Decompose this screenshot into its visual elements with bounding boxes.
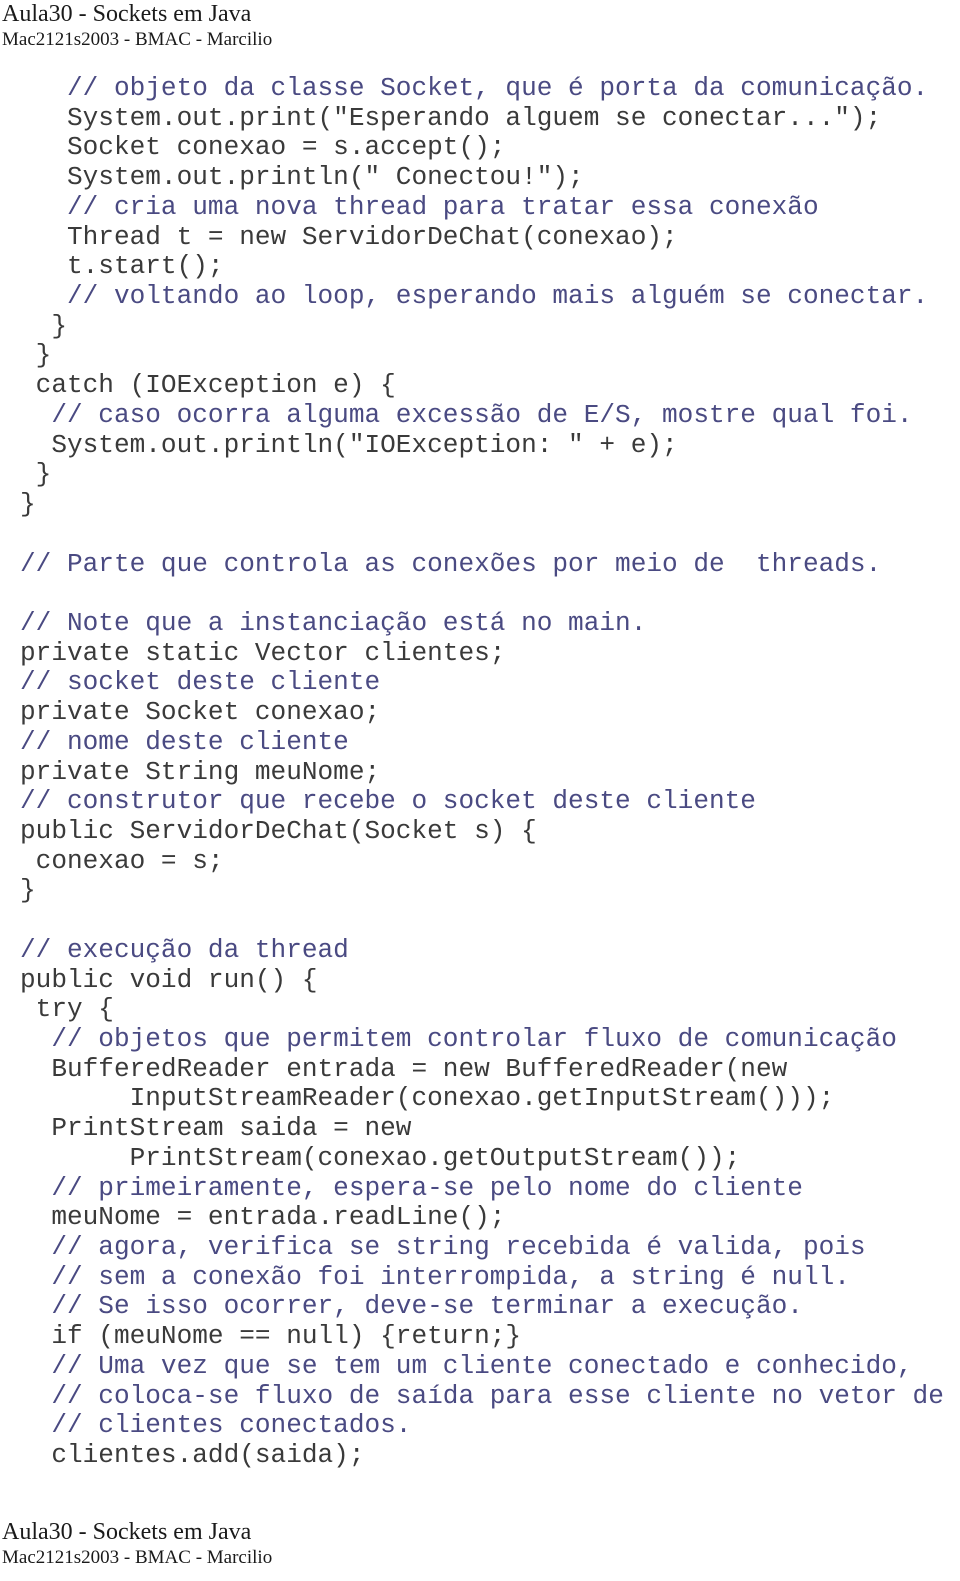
code-line: conexao = s; [20, 845, 224, 876]
code-line: clientes.add(saida); [20, 1440, 365, 1471]
code-line: System.out.print("Esperando alguem se co… [20, 102, 882, 133]
code-comment-line: // objetos que permitem controlar fluxo … [20, 1024, 897, 1054]
code-comment-line: // execução da thread [20, 934, 349, 965]
code-line: meuNome = entrada.readLine(); [20, 1202, 506, 1233]
code-line: catch (IOException e) { [20, 370, 396, 401]
code-comment-line: // coloca-se fluxo de saída para esse cl… [20, 1380, 944, 1411]
code-line: } [20, 310, 67, 341]
code-line: private static Vector clientes; [20, 637, 506, 668]
code-line: InputStreamReader(conexao.getInputStream… [20, 1083, 835, 1114]
document-subtitle: Mac2121s2003 - BMAC - Marcilio [2, 29, 273, 50]
code-line: PrintStream(conexao.getOutputStream()); [20, 1142, 741, 1173]
code-line: } [20, 875, 36, 906]
code-comment-line: // Note que a instanciação está no main. [20, 607, 647, 638]
code-comment-line: // primeiramente, espera-se pelo nome do… [20, 1172, 803, 1203]
code-comment-line: // clientes conectados. [20, 1410, 412, 1441]
code-line: PrintStream saida = new [20, 1113, 412, 1144]
code-line: System.out.println("IOException: " + e); [20, 429, 678, 460]
code-comment-line: // Uma vez que se tem um cliente conecta… [20, 1350, 913, 1381]
code-comment-line: // voltando ao loop, esperando mais algu… [20, 281, 929, 312]
code-line: } [20, 340, 52, 371]
code-comment-line: // Parte que controla as conexões por me… [20, 548, 882, 579]
code-line: if (meuNome == null) {return;} [20, 1321, 522, 1352]
document-title: Aula30 - Sockets em Java [2, 1, 252, 27]
code-listing: // objeto da classe Socket, que é porta … [20, 73, 944, 1471]
code-line: public ServidorDeChat(Socket s) { [20, 815, 537, 846]
code-line: Socket conexao = s.accept(); [20, 132, 506, 163]
code-comment-line: // agora, verifica se string recebida é … [20, 1232, 866, 1263]
code-comment-line: // cria uma nova thread para tratar essa… [20, 191, 819, 222]
code-line: Thread t = new ServidorDeChat(conexao); [20, 221, 678, 252]
code-comment-line: // construtor que recebe o socket deste … [20, 786, 756, 817]
footer-subtitle: Mac2121s2003 - BMAC - Marcilio [2, 1547, 273, 1568]
code-line: } [20, 459, 52, 490]
code-comment-line: // sem a conexão foi interrompida, a str… [20, 1261, 850, 1292]
code-comment-line: // objeto da classe Socket, que é porta … [20, 73, 929, 103]
code-comment-line: // Se isso ocorrer, deve-se terminar a e… [20, 1291, 803, 1322]
code-line: BufferedReader entrada = new BufferedRea… [20, 1053, 788, 1084]
code-comment-line: // nome deste cliente [20, 726, 349, 757]
code-line: private Socket conexao; [20, 697, 381, 728]
code-line: private String meuNome; [20, 756, 381, 787]
code-line: t.start(); [20, 251, 224, 282]
code-line: public void run() { [20, 964, 318, 995]
code-line: System.out.println(" Conectou!"); [20, 162, 584, 193]
page-header: Aula30 - Sockets em Java Mac2121s2003 - … [2, 0, 272, 52]
code-comment-line: // caso ocorra alguma excessão de E/S, m… [20, 399, 913, 430]
code-line: } [20, 489, 36, 520]
code-line: try { [20, 994, 114, 1025]
page-footer: Aula30 - Sockets em Java Mac2121s2003 - … [2, 1518, 272, 1570]
code-comment-line: // socket deste cliente [20, 667, 381, 698]
footer-title: Aula30 - Sockets em Java [2, 1519, 252, 1545]
